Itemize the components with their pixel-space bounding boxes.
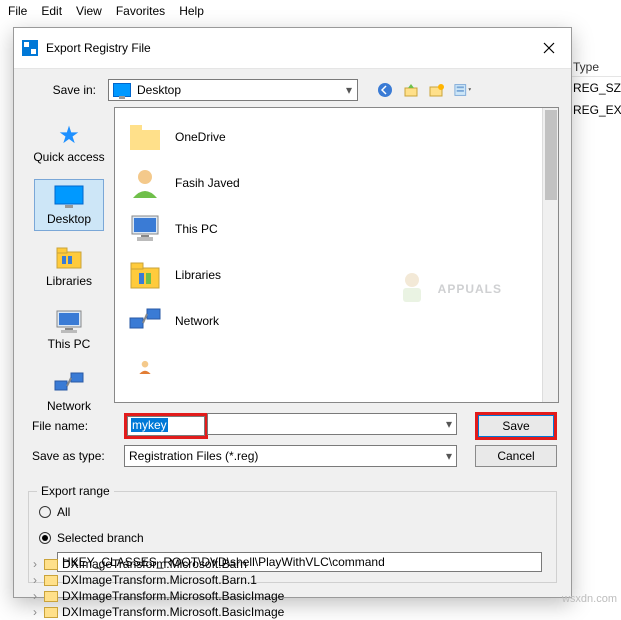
place-libraries[interactable]: Libraries [34, 241, 104, 293]
folder-icon [44, 607, 58, 618]
scrollbar-thumb[interactable] [545, 110, 557, 200]
back-icon[interactable] [376, 81, 394, 99]
star-icon: ★ [52, 122, 86, 148]
tree-item[interactable]: ›DXImageTransform.Microsoft.Barn [30, 556, 284, 572]
close-button[interactable] [526, 34, 571, 62]
export-dialog: Export Registry File Save in: Desktop ▾ … [13, 27, 572, 598]
cancel-button[interactable]: Cancel [475, 445, 557, 467]
chevron-right-icon: › [30, 573, 40, 587]
filename-input[interactable]: mykey [127, 416, 205, 436]
place-label: This PC [29, 338, 109, 351]
background-column: Type REG_SZ REG_EXPAND [569, 58, 621, 121]
place-network[interactable]: Network [34, 366, 104, 418]
title-bar: Export Registry File [14, 28, 571, 69]
saveas-label: Save as type: [28, 449, 116, 463]
place-label: Network [29, 400, 109, 413]
list-item[interactable]: OneDrive [119, 114, 538, 160]
place-quick-access[interactable]: ★ Quick access [34, 117, 104, 169]
radio-icon [39, 506, 51, 518]
places-bar: ★ Quick access Desktop Libraries This PC… [28, 107, 110, 403]
tree-item[interactable]: ›DXImageTransform.Microsoft.BasicImage [30, 604, 284, 620]
file-list[interactable]: APPUALS OneDrive Fasih Javed This PC Lib… [114, 107, 559, 403]
chevron-right-icon: › [30, 605, 40, 619]
tree-item[interactable]: ›DXImageTransform.Microsoft.BasicImage [30, 588, 284, 604]
chevron-right-icon: › [30, 589, 40, 603]
save-button[interactable]: Save [478, 415, 554, 437]
dialog-title: Export Registry File [46, 41, 526, 55]
savein-row: Save in: Desktop ▾ [14, 69, 571, 107]
watermark-credit: wsxdn.com [562, 593, 617, 605]
radio-all[interactable]: All [39, 502, 546, 522]
menu-bar: File Edit View Favorites Help [0, 0, 621, 24]
list-item[interactable]: This PC [119, 206, 538, 252]
place-label: Desktop [29, 213, 109, 226]
monitor-icon [52, 184, 86, 210]
menu-view[interactable]: View [76, 4, 102, 18]
place-label: Quick access [29, 151, 109, 164]
list-item[interactable]: Libraries [119, 252, 538, 298]
place-label: Libraries [29, 275, 109, 288]
app-icon [22, 40, 38, 56]
scrollbar[interactable] [542, 108, 558, 402]
savein-label: Save in: [28, 83, 102, 97]
place-desktop[interactable]: Desktop [34, 179, 104, 231]
pc-icon [52, 309, 86, 335]
radio-label: All [57, 505, 70, 519]
filename-label: File name: [28, 419, 116, 433]
item-label: OneDrive [175, 130, 226, 144]
group-legend: Export range [37, 484, 114, 498]
folder-icon [44, 591, 58, 602]
tree-item[interactable]: ›DXImageTransform.Microsoft.Barn.1 [30, 572, 284, 588]
network-icon [127, 303, 163, 339]
folder-icon [127, 119, 163, 155]
chevron-right-icon: › [30, 557, 40, 571]
new-folder-icon[interactable] [428, 81, 446, 99]
close-icon [543, 42, 555, 54]
savein-value: Desktop [135, 83, 341, 97]
saveas-value: Registration Files (*.reg) [129, 449, 258, 463]
libraries-icon [127, 257, 163, 293]
user-icon [127, 349, 163, 385]
column-header-type[interactable]: Type [569, 58, 621, 77]
chevron-down-icon: ▾ [341, 83, 357, 97]
desktop-icon [113, 83, 131, 97]
folder-icon [44, 575, 58, 586]
menu-help[interactable]: Help [179, 4, 204, 18]
menu-edit[interactable]: Edit [41, 4, 62, 18]
libraries-icon [52, 246, 86, 272]
list-item[interactable] [119, 344, 538, 390]
chevron-down-icon: ▾ [446, 449, 452, 463]
item-label: Fasih Javed [175, 176, 240, 190]
place-this-pc[interactable]: This PC [34, 304, 104, 356]
cell-type: REG_SZ [569, 77, 621, 99]
radio-label: Selected branch [57, 531, 144, 545]
list-item[interactable]: Network [119, 298, 538, 344]
views-icon[interactable] [454, 81, 472, 99]
registry-tree: ›DXImageTransform.Microsoft.Barn ›DXImag… [30, 556, 284, 620]
network-icon [52, 371, 86, 397]
saveas-combo[interactable]: Registration Files (*.reg) ▾ [124, 445, 457, 467]
pc-icon [127, 211, 163, 247]
list-item[interactable]: Fasih Javed [119, 160, 538, 206]
item-label: Libraries [175, 268, 221, 282]
up-icon[interactable] [402, 81, 420, 99]
savein-combo[interactable]: Desktop ▾ [108, 79, 358, 101]
filename-combo[interactable]: ▾ [207, 413, 457, 435]
chevron-down-icon: ▾ [446, 417, 452, 431]
menu-file[interactable]: File [8, 4, 27, 18]
item-label: Network [175, 314, 219, 328]
cell-type: REG_EXPAND [569, 99, 621, 121]
folder-icon [44, 559, 58, 570]
radio-selected-branch[interactable]: Selected branch [39, 528, 546, 548]
item-label: This PC [175, 222, 218, 236]
user-icon [127, 165, 163, 201]
radio-icon [39, 532, 51, 544]
menu-favorites[interactable]: Favorites [116, 4, 165, 18]
